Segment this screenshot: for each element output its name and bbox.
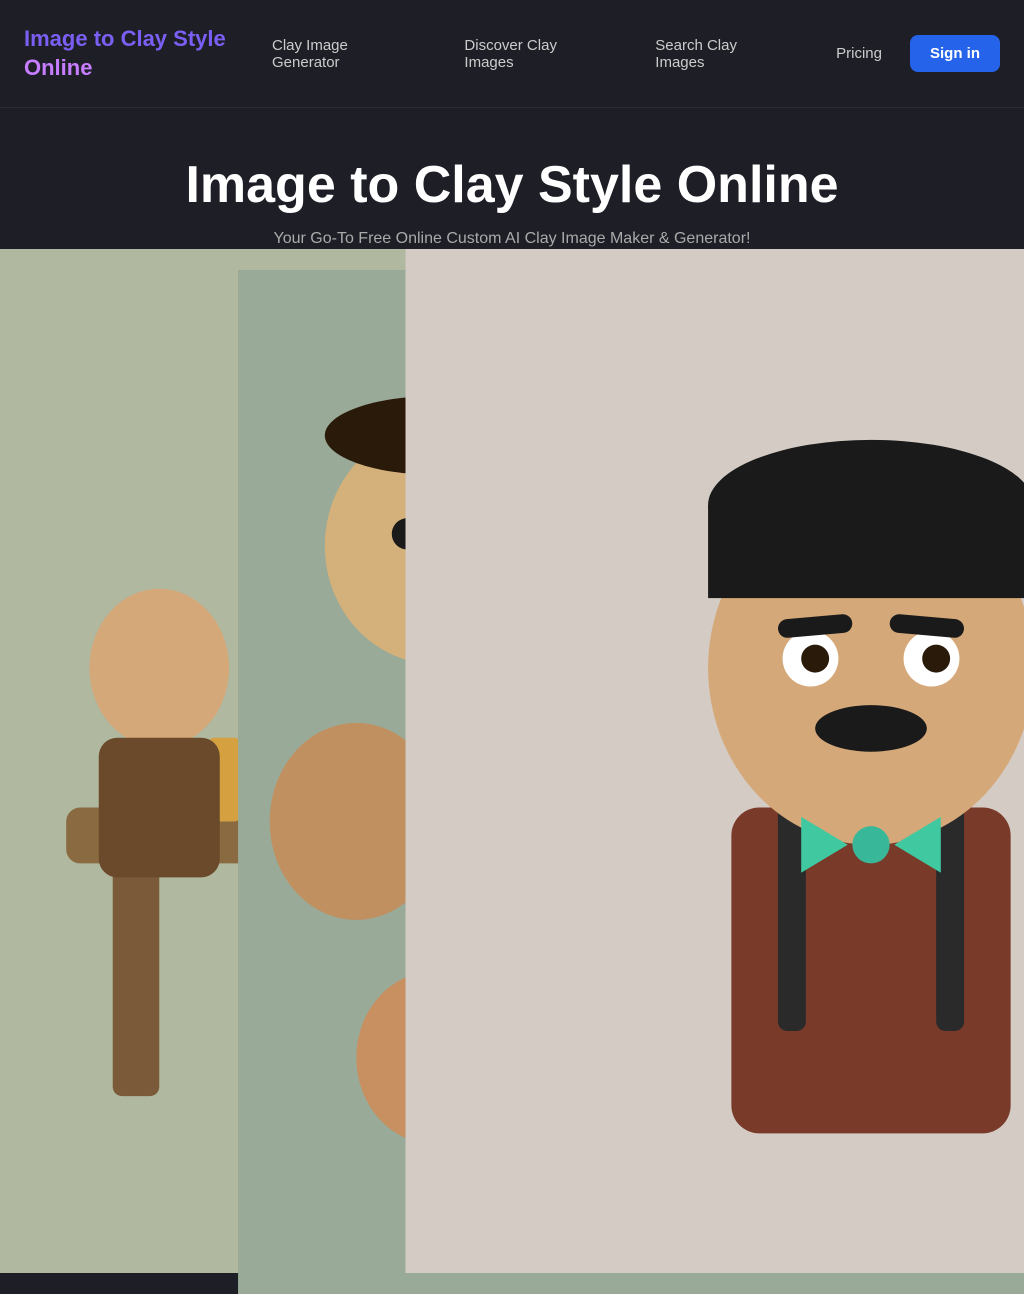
- hero-section: Image to Clay Style Online Your Go-To Fr…: [0, 108, 1024, 1046]
- site-logo[interactable]: Image to Clay Style Online: [24, 25, 244, 82]
- nav-links: Clay Image Generator Discover Clay Image…: [244, 29, 910, 79]
- navbar: Image to Clay Style Online Clay Image Ge…: [0, 0, 1024, 108]
- logo-text-2: Online: [24, 55, 92, 80]
- nav-link-clay-image-generator[interactable]: Clay Image Generator: [244, 29, 436, 79]
- signin-button[interactable]: Sign in: [910, 35, 1000, 72]
- nav-link-search-clay[interactable]: Search Clay Images: [627, 29, 808, 79]
- nav-link-pricing[interactable]: Pricing: [808, 37, 910, 70]
- example-image-4: [762, 640, 982, 881]
- page-title: Image to Clay Style Online: [20, 156, 1004, 216]
- example-image-card-4[interactable]: [761, 639, 983, 926]
- nav-link-discover-clay[interactable]: Discover Clay Images: [436, 29, 627, 79]
- example-images-grid: [22, 639, 1002, 926]
- logo-text-1: Image to Clay Style: [24, 26, 226, 51]
- hero-subtitle: Your Go-To Free Online Custom AI Clay Im…: [20, 230, 1004, 248]
